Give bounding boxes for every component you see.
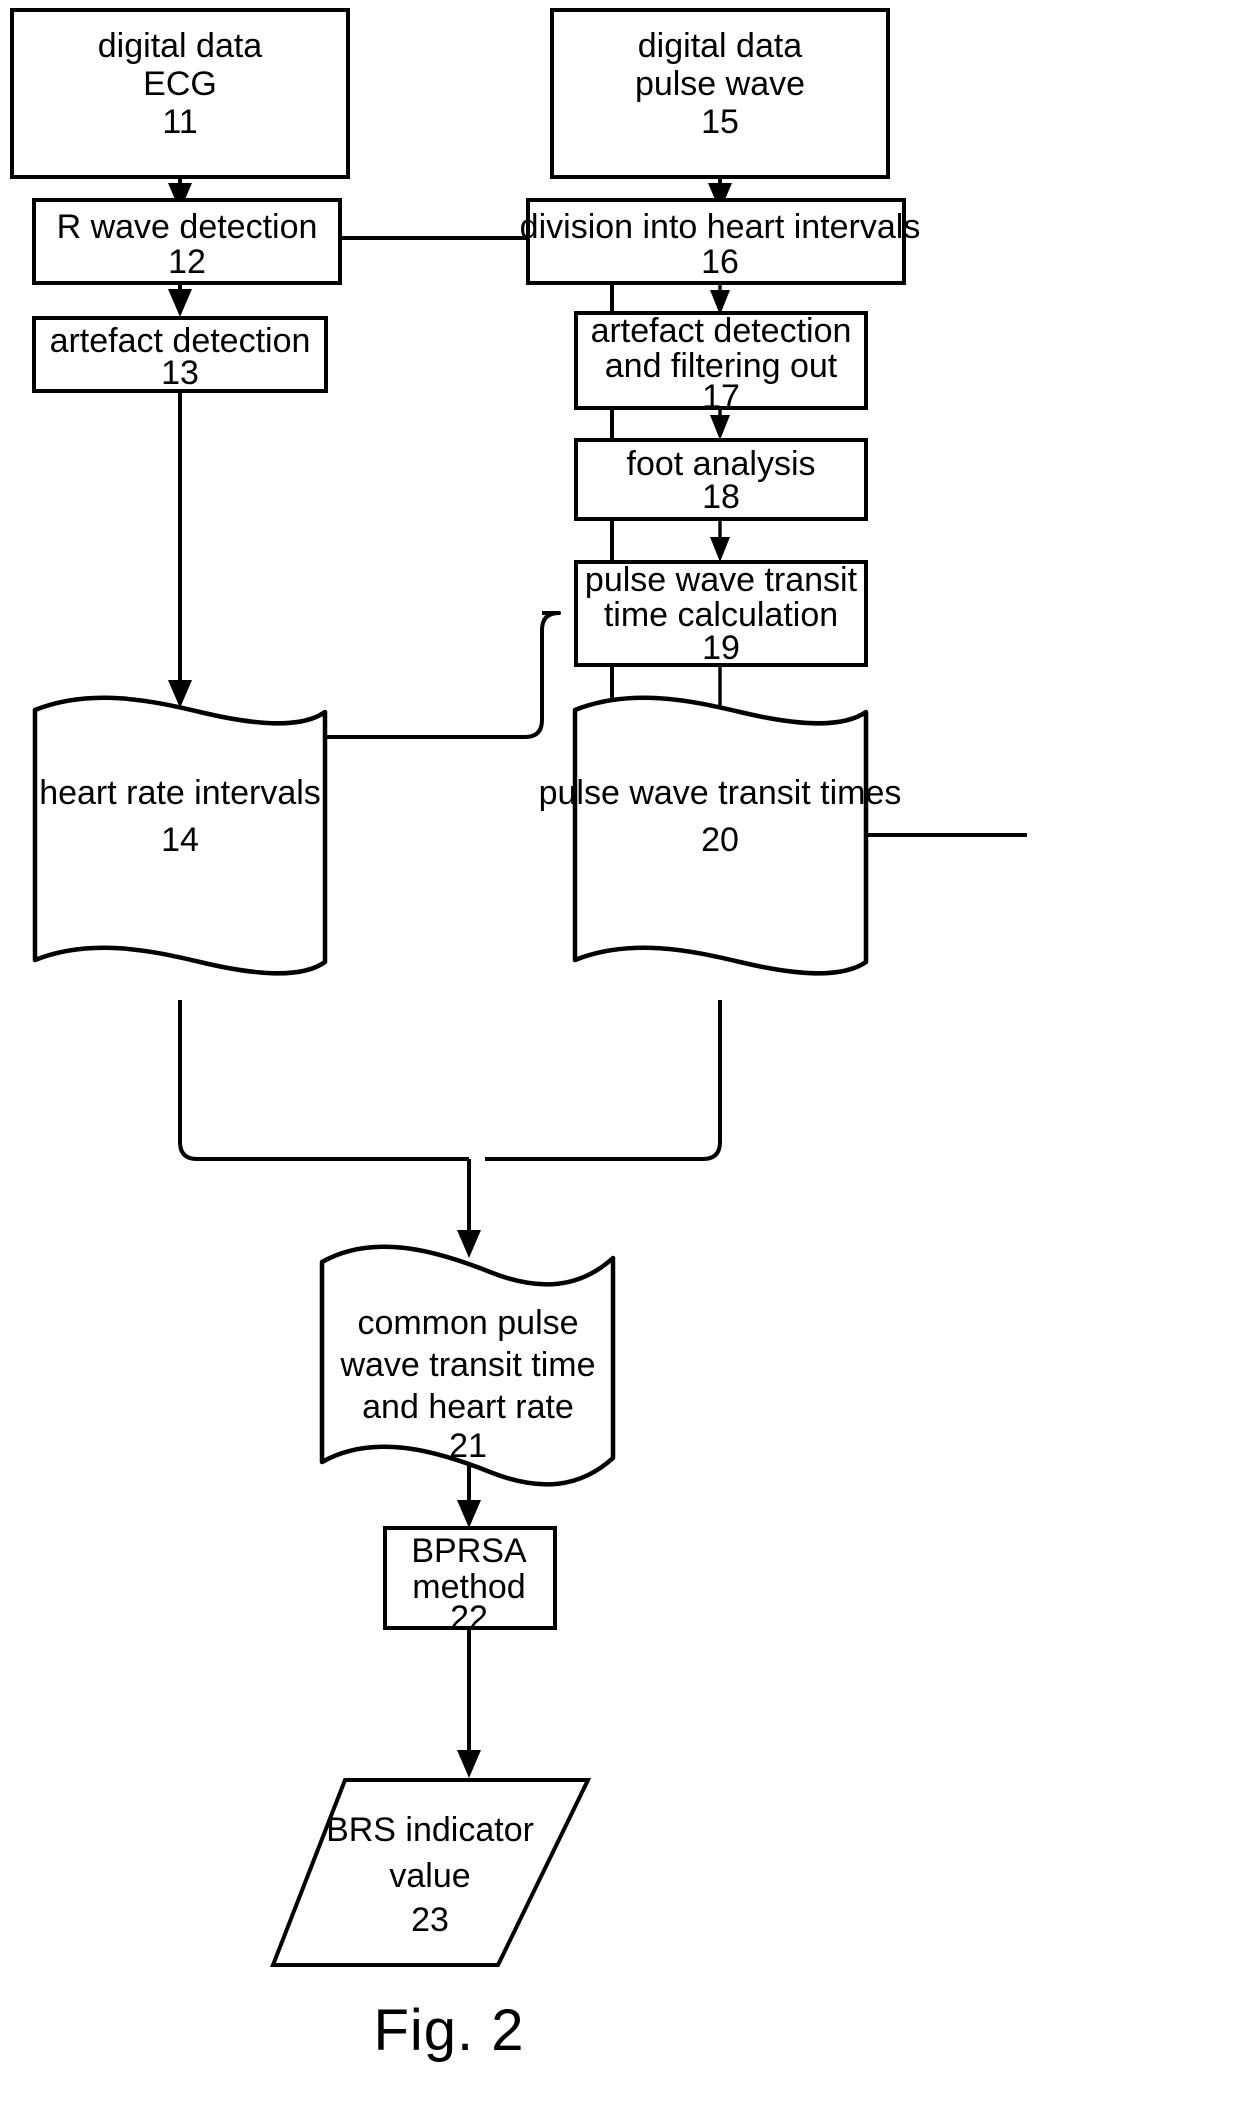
- edge-20-to-21: [457, 1000, 722, 1258]
- node-23-line2: value: [389, 1857, 470, 1895]
- node-15-line2: pulse wave: [635, 65, 805, 103]
- figure-root: digital data ECG 11 R wave detection 12 …: [0, 0, 1240, 2106]
- node-19-ref: 19: [702, 629, 740, 667]
- node-r-wave-detection[interactable]: R wave detection 12: [32, 198, 342, 285]
- node-artefact-detection-ecg[interactable]: artefact detection 13: [32, 316, 328, 393]
- edge-12-to-13: [168, 283, 192, 317]
- node-digital-data-ecg[interactable]: digital data ECG 11: [10, 8, 350, 179]
- node-14-line1: heart rate intervals: [39, 774, 321, 812]
- edge-14-to-21: [178, 1000, 469, 1161]
- node-bprsa-method[interactable]: BPRSA method 22: [383, 1526, 557, 1637]
- figure-caption: Fig. 2: [373, 1998, 524, 2063]
- node-17-line1: artefact detection: [591, 312, 852, 350]
- node-brs-indicator-value[interactable]: BRS indicator value 23: [270, 1778, 592, 1967]
- node-12-ref: 12: [168, 243, 206, 281]
- node-17-ref: 17: [702, 378, 740, 416]
- node-22-ref: 22: [450, 1599, 488, 1637]
- node-23-line1: BRS indicator: [326, 1811, 534, 1849]
- node-21-line3: and heart rate: [362, 1388, 574, 1426]
- edge-14-to-19: [325, 611, 561, 739]
- node-16-line1: division into heart intervals: [520, 208, 921, 246]
- node-artefact-detection-filtering[interactable]: artefact detection and filtering out 17: [574, 311, 868, 416]
- flowchart-svg: digital data ECG 11 R wave detection 12 …: [10, 8, 1027, 2063]
- node-20-line1: pulse wave transit times: [539, 774, 902, 812]
- node-22-line1: BPRSA: [411, 1532, 527, 1570]
- node-11-line2: ECG: [143, 65, 217, 103]
- node-15-ref: 15: [701, 103, 739, 141]
- node-14-ref: 14: [161, 821, 199, 859]
- node-19-line1: pulse wave transit: [585, 561, 858, 599]
- node-common-pulse-wave-transit-time-heart-rate[interactable]: common pulse wave transit time and heart…: [319, 1244, 616, 1487]
- node-division-into-heart-intervals[interactable]: division into heart intervals 16: [520, 198, 921, 285]
- node-20-ref: 20: [701, 821, 739, 859]
- node-heart-rate-intervals[interactable]: heart rate intervals 14: [32, 695, 328, 976]
- node-13-ref: 13: [161, 354, 199, 392]
- edge-16-to-17: [710, 283, 730, 315]
- node-11-line1: digital data: [98, 27, 263, 65]
- node-16-ref: 16: [701, 243, 739, 281]
- edge-18-to-19: [710, 519, 730, 562]
- node-23-ref: 23: [411, 1901, 449, 1939]
- node-pulse-wave-transit-time-calculation[interactable]: pulse wave transit time calculation 19: [574, 560, 868, 667]
- node-21-line2: wave transit time: [339, 1346, 595, 1384]
- node-digital-data-pulse-wave[interactable]: digital data pulse wave 15: [550, 8, 890, 179]
- edge-22-to-23: [457, 1628, 481, 1778]
- node-21-ref: 21: [449, 1427, 487, 1465]
- edge-13-to-14: [168, 391, 192, 708]
- node-12-line1: R wave detection: [57, 208, 318, 246]
- node-21-line1: common pulse: [357, 1304, 578, 1342]
- node-foot-analysis[interactable]: foot analysis 18: [574, 438, 868, 521]
- node-15-line1: digital data: [638, 27, 803, 65]
- node-11-ref: 11: [162, 103, 197, 141]
- node-18-ref: 18: [702, 478, 740, 516]
- node-pulse-wave-transit-times[interactable]: pulse wave transit times 20: [539, 695, 902, 976]
